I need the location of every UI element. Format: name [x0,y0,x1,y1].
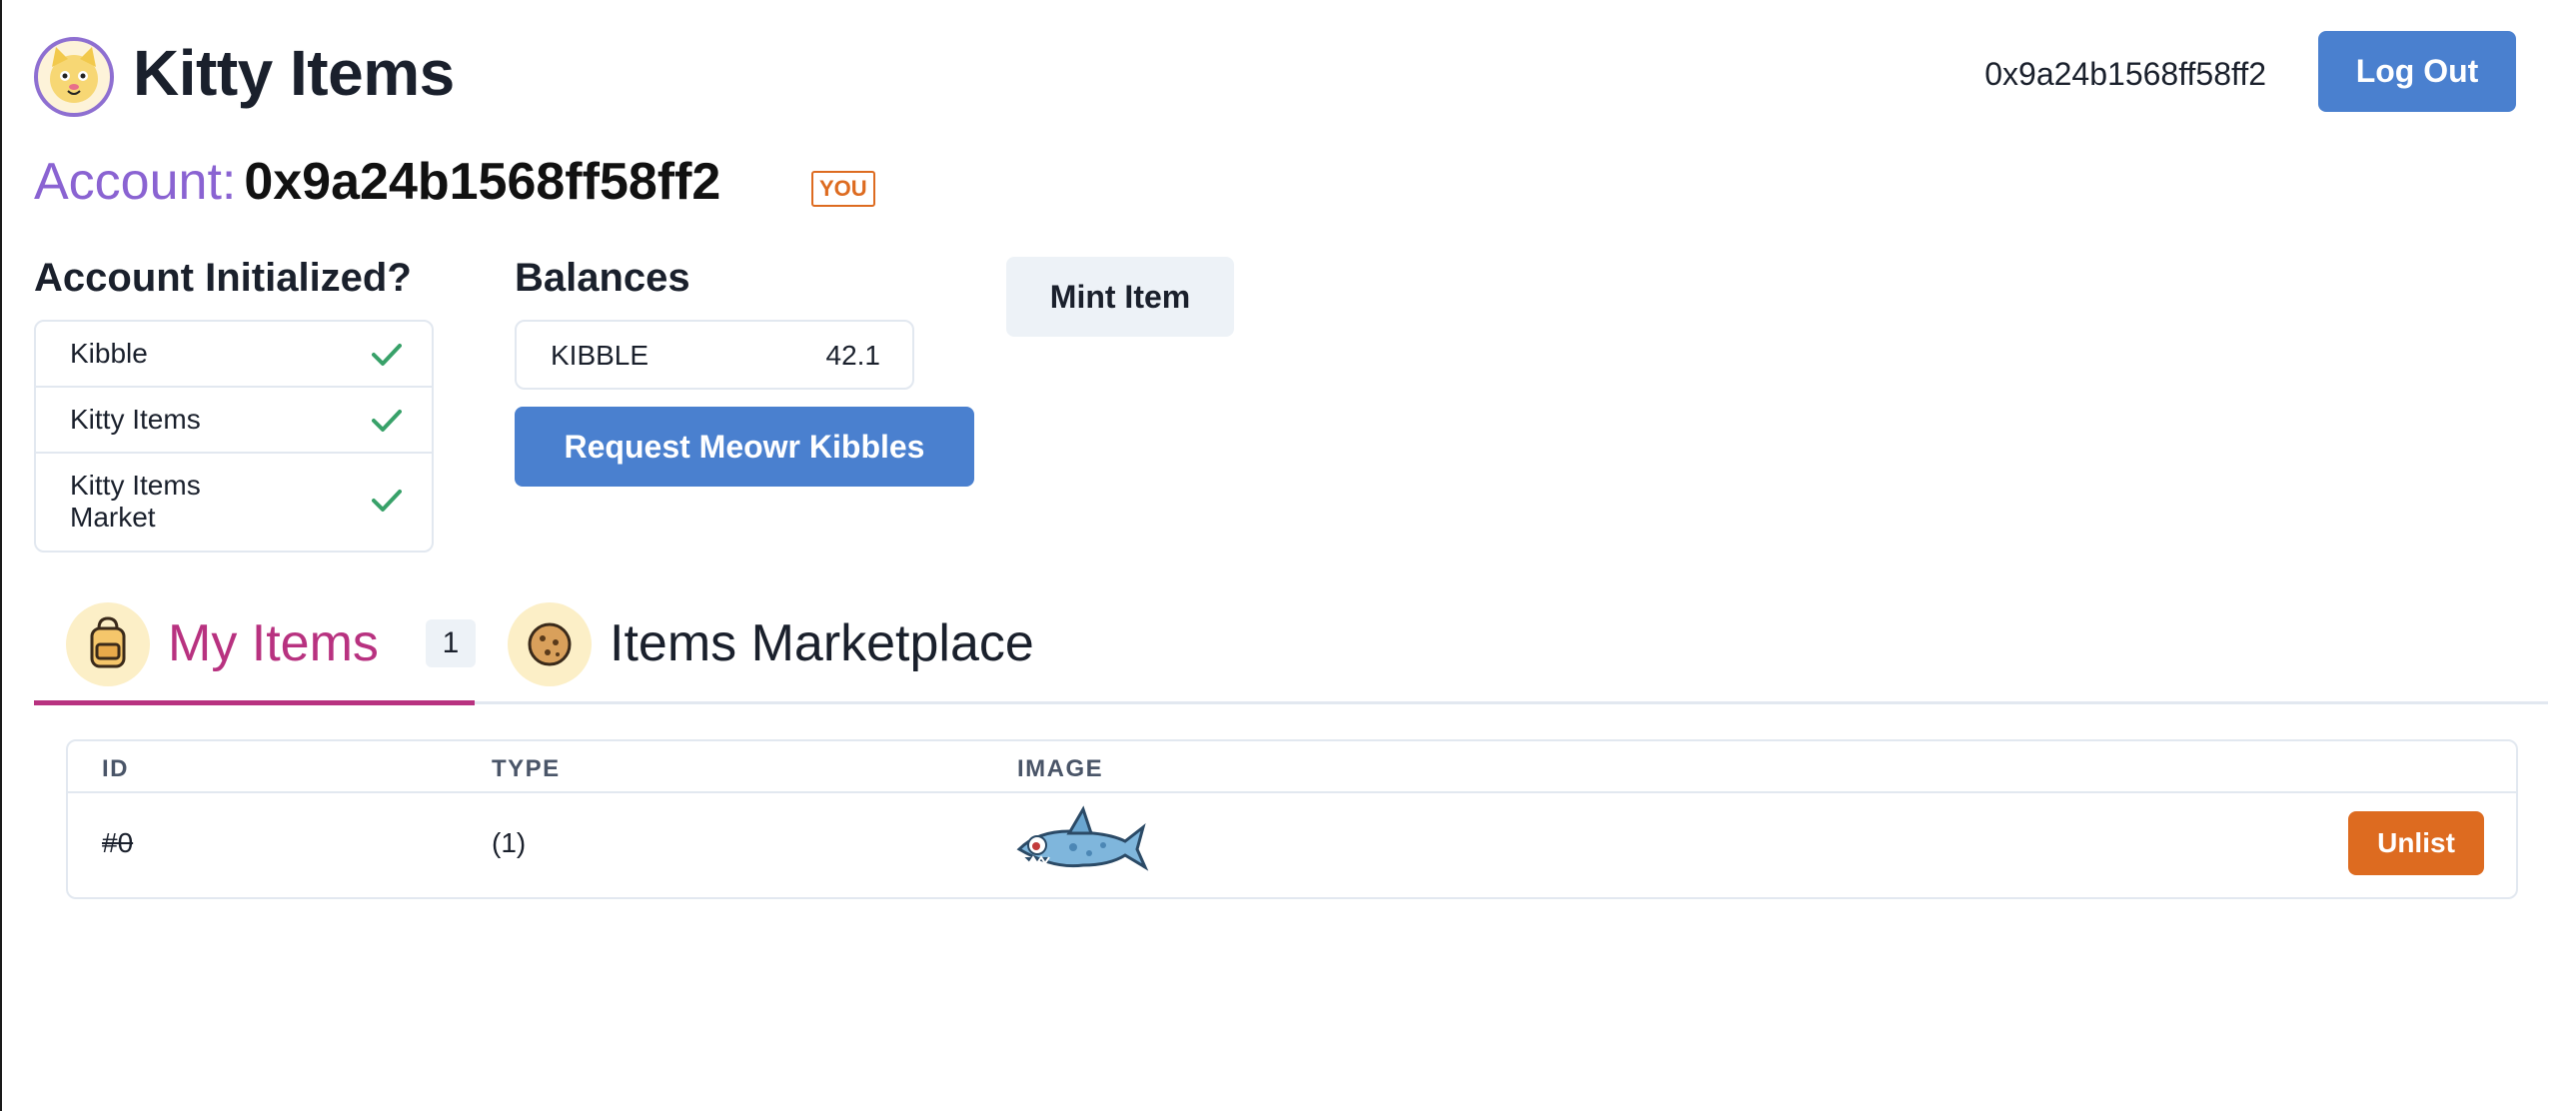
kitty-logo-icon[interactable] [34,37,114,117]
tab-label: My Items [168,614,379,672]
items-table: ID TYPE IMAGE #0 (1) Unlist [66,739,2518,899]
account-label: Account: [34,153,237,211]
app-title: Kitty Items [133,37,455,109]
account-address: 0x9a24b1568ff58ff2 [244,153,721,211]
header-wallet-address: 0x9a24b1568ff58ff2 [1984,56,2266,92]
tab-label: Items Marketplace [610,614,1034,672]
initialized-item-label: Kibble [70,338,148,369]
balance-token-name: KIBBLE [551,340,649,371]
initialized-list: Kibble Kitty Items Kitty Items Market [34,320,434,553]
balances-heading: Balances [515,256,690,300]
account-heading: Account: 0x9a24b1568ff58ff2 [34,152,720,212]
cookie-icon [508,602,592,686]
check-icon [372,344,402,366]
check-icon [372,410,402,432]
list-item: Kibble [36,322,432,388]
balance-row: KIBBLE 42.1 [515,320,914,390]
tab-items-marketplace[interactable]: Items Marketplace [508,599,1067,704]
column-header-type: TYPE [492,755,561,782]
initialized-item-label: Kitty Items [70,404,201,435]
window-left-edge [0,0,2,1111]
unlist-button[interactable]: Unlist [2348,811,2484,875]
item-id: #0 [102,827,134,858]
active-tab-indicator [34,700,475,705]
item-type: (1) [492,827,527,858]
list-item: Kitty Items [36,388,432,454]
check-icon [372,490,402,512]
column-header-image: IMAGE [1017,755,1104,782]
table-header-divider [68,791,2516,793]
logout-button[interactable]: Log Out [2318,31,2516,112]
column-header-id: ID [102,755,129,782]
mint-item-button[interactable]: Mint Item [1006,257,1234,337]
tab-my-items[interactable]: My Items 1 [66,599,476,704]
shark-icon [1016,805,1149,871]
backpack-icon [66,602,150,686]
items-count-badge: 1 [426,619,476,667]
initialized-item-label: Kitty Items Market [70,470,201,533]
balance-amount: 42.1 [825,340,881,371]
request-kibbles-button[interactable]: Request Meowr Kibbles [515,407,974,487]
list-item: Kitty Items Market [36,454,432,551]
you-badge: YOU [811,171,875,207]
initialized-heading: Account Initialized? [34,256,412,300]
